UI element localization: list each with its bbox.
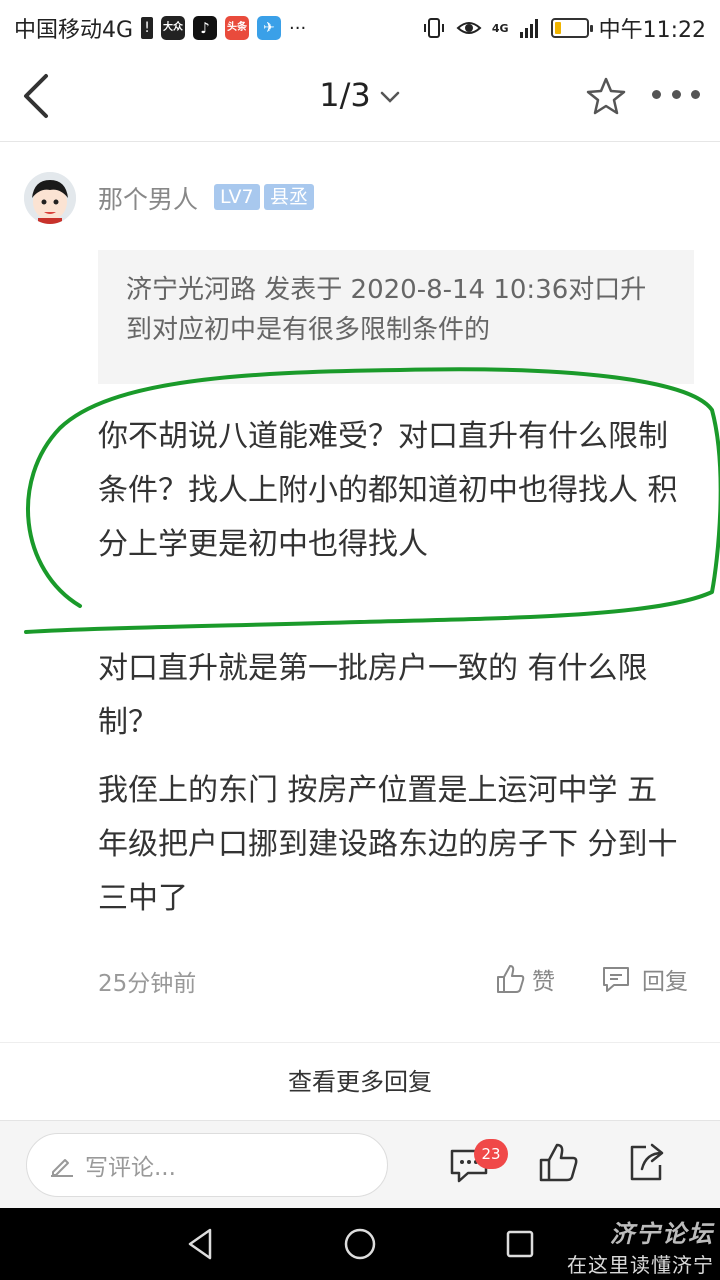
like-post-icon[interactable] — [536, 1141, 580, 1185]
carrier-label: 中国移动4G — [14, 18, 134, 43]
reply-paragraph-2: 对口直升就是第一批房户一致的 有什么限制？ — [98, 651, 648, 740]
reply-paragraph-1: 你不胡说八道能难受？对口直升有什么限制条件？找人上附小的都知道初中也得找人 积分… — [98, 419, 678, 562]
comment-placeholder: 写评论... — [85, 1155, 176, 1181]
favorite-star-icon[interactable] — [586, 76, 626, 116]
comment-count-badge: 23 — [474, 1139, 508, 1169]
signal-icon — [519, 19, 538, 38]
top-nav-bar: 1/3 — [0, 50, 720, 142]
status-right: 4G 中午11:22 — [422, 12, 706, 44]
system-back-icon[interactable] — [182, 1226, 218, 1262]
pencil-icon — [51, 1159, 73, 1177]
more-options-icon[interactable] — [652, 90, 700, 102]
reply-label: 回复 — [642, 969, 688, 995]
app-badge-0: 大众 — [161, 16, 186, 40]
system-home-icon[interactable] — [342, 1226, 378, 1262]
watermark-logo-text: 济宁论坛 — [610, 1220, 714, 1248]
status-left: 中国移动4G ! 大众 ♪ 头条 ✈ ··· — [14, 12, 306, 44]
reply-bubble-icon — [603, 967, 629, 992]
vibrate-icon — [423, 18, 444, 38]
like-button[interactable]: 赞 — [494, 962, 555, 996]
view-more-replies[interactable]: 查看更多回复 — [0, 1042, 720, 1120]
quoted-post: 济宁光河路 发表于 2020-8-14 10:36对口升到对应初中是有很多限制条… — [98, 250, 694, 384]
clock: 中午11:22 — [598, 18, 706, 43]
status-bar: 中国移动4G ! 大众 ♪ 头条 ✈ ··· 4G 中午11:22 — [0, 0, 720, 50]
bottom-action-bar: 写评论... 23 — [0, 1120, 720, 1208]
reply-paragraph-3: 我侄上的东门 按房产位置是上运河中学 五年级把户口挪到建设路东边的房子下 分到十… — [98, 773, 678, 916]
watermark-slogan: 在这里读懂济宁 — [567, 1253, 714, 1277]
app-badge-1: ♪ — [193, 16, 218, 40]
reply-button[interactable]: 回复 — [600, 962, 688, 996]
avatar[interactable] — [24, 172, 76, 224]
sim-alert-icon: ! — [141, 17, 154, 39]
network-type-label: 4G — [491, 21, 509, 35]
like-label: 赞 — [532, 969, 555, 995]
share-icon[interactable] — [624, 1141, 668, 1185]
chevron-down-icon — [380, 91, 399, 103]
post-timestamp: 25分钟前 — [98, 971, 197, 997]
eye-icon — [456, 22, 482, 34]
battery-icon — [550, 18, 593, 38]
app-badge-2: 头条 — [225, 16, 250, 40]
app-badge-3: ✈ — [257, 16, 282, 40]
comment-input[interactable]: 写评论... — [26, 1133, 388, 1197]
level-badge: LV7 — [214, 184, 260, 210]
username[interactable]: 那个男人 — [98, 180, 198, 216]
forum-watermark: 济宁论坛 在这里读懂济宁 — [514, 1214, 714, 1278]
avatar-face-icon — [24, 172, 76, 224]
thumbs-up-icon — [497, 965, 525, 993]
overflow-notifications: ··· — [289, 17, 307, 39]
rank-badge: 县丞 — [264, 184, 315, 210]
system-nav-bar: 济宁论坛 在这里读懂济宁 — [0, 1208, 720, 1280]
page-indicator: 1/3 — [319, 76, 371, 114]
